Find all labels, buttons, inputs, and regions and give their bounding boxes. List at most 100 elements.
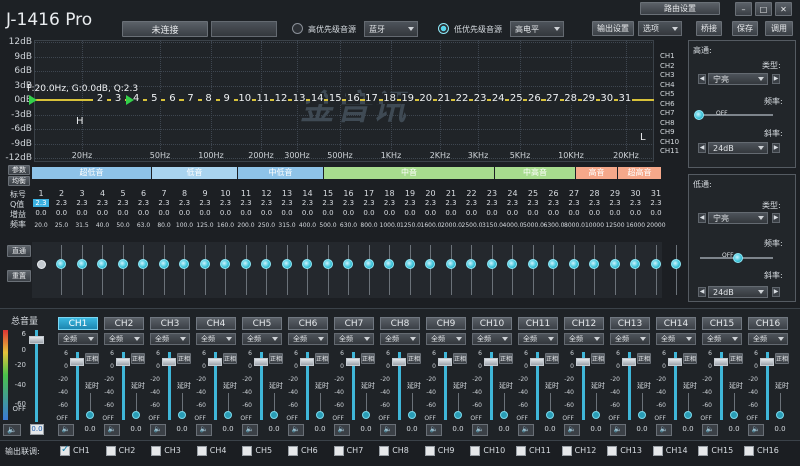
eq-slider-track[interactable]: [307, 245, 308, 295]
channel-tab[interactable]: CH10: [472, 317, 512, 330]
mute-button[interactable]: 🔈: [564, 424, 580, 436]
mute-button[interactable]: 🔈: [196, 424, 212, 436]
channel-value[interactable]: 0.0: [450, 425, 466, 435]
eq-q-value[interactable]: 2.3: [443, 199, 459, 207]
eq-slider-track[interactable]: [143, 245, 144, 295]
eq-slider-track[interactable]: [327, 245, 329, 295]
eq-point-label[interactable]: 12: [274, 93, 288, 104]
eq-slider-track[interactable]: [573, 245, 575, 295]
output-link-checkbox[interactable]: [105, 446, 116, 456]
channel-tab[interactable]: CH5: [242, 317, 282, 330]
eq-q-value[interactable]: 2.3: [505, 199, 521, 207]
eq-slider-track[interactable]: [368, 245, 370, 295]
eq-slider-knob[interactable]: [343, 259, 353, 269]
params-button[interactable]: 参数: [8, 165, 30, 175]
output-link-checkbox[interactable]: [288, 446, 298, 456]
eq-q-value[interactable]: 2.3: [648, 199, 664, 207]
eq-slider-knob[interactable]: [445, 259, 456, 269]
eq-slider-knob[interactable]: [322, 259, 333, 269]
eq-freq-value[interactable]: 16000: [626, 222, 646, 229]
eq-freq-value[interactable]: 40.0: [93, 222, 113, 229]
mute-button[interactable]: 🔈: [702, 424, 718, 436]
eq-point-label[interactable]: 19: [400, 93, 415, 104]
output-link-checkbox[interactable]: [561, 446, 572, 456]
channel-fader-handle[interactable]: [346, 358, 360, 366]
channel-tab[interactable]: CH16: [748, 317, 788, 330]
eq-freq-value[interactable]: 12500: [605, 222, 625, 229]
eq-slider-knob[interactable]: [404, 259, 415, 269]
phase-button[interactable]: 正相: [223, 353, 237, 364]
eq-q-value[interactable]: 2.3: [33, 199, 49, 207]
low-pass-slope-prev[interactable]: ◀: [698, 287, 706, 297]
delay-knob[interactable]: [776, 411, 784, 419]
eq-gain-value[interactable]: 0.0: [259, 209, 275, 217]
close-button[interactable]: ✕: [775, 2, 792, 16]
eq-slider-knob[interactable]: [671, 259, 681, 269]
eq-freq-value[interactable]: 160.0: [216, 222, 236, 229]
eq-freq-value[interactable]: 100.0: [175, 222, 195, 229]
high-pass-type-select[interactable]: 宁亮: [708, 73, 768, 85]
eq-point-label[interactable]: 14: [310, 93, 325, 104]
eq-freq-value[interactable]: 31.5: [72, 222, 92, 229]
eq-gain-value[interactable]: 0.0: [300, 209, 316, 217]
eq-q-value[interactable]: 2.3: [259, 199, 275, 207]
channel-mode-select[interactable]: 全频: [58, 333, 98, 345]
phase-button[interactable]: 正相: [269, 353, 283, 364]
output-link-checkbox[interactable]: [424, 446, 435, 456]
channel-tab[interactable]: CH3: [150, 317, 190, 330]
mute-button[interactable]: 🔈: [748, 424, 764, 436]
eq-gain-value[interactable]: 0.0: [443, 209, 459, 217]
channel-tab[interactable]: CH13: [610, 317, 650, 330]
high-pass-slope-prev[interactable]: ◀: [698, 143, 706, 153]
maximize-button[interactable]: □: [755, 2, 772, 16]
low-pass-type-next[interactable]: ▶: [772, 213, 780, 223]
eq-q-value[interactable]: 2.3: [218, 199, 234, 207]
channel-mode-select[interactable]: 全频: [472, 333, 512, 345]
output-settings-button[interactable]: 输出设置: [592, 21, 634, 36]
channel-value[interactable]: 0.0: [542, 425, 558, 435]
output-link-checkbox[interactable]: [151, 446, 162, 456]
eq-freq-value[interactable]: 20000: [646, 222, 666, 229]
channel-mode-select[interactable]: 全频: [702, 333, 742, 345]
eq-slider-track[interactable]: [471, 245, 472, 295]
eq-gain-value[interactable]: 0.0: [115, 209, 131, 217]
minimize-button[interactable]: –: [735, 2, 752, 16]
channel-tab[interactable]: CH4: [196, 317, 236, 330]
channel-value[interactable]: 0.0: [174, 425, 190, 435]
phase-button[interactable]: 正相: [361, 353, 375, 364]
eq-q-value[interactable]: 2.3: [320, 199, 336, 207]
connection-status-button[interactable]: 未连接: [122, 21, 208, 37]
eq-slider-track[interactable]: [430, 245, 431, 295]
device-select[interactable]: [211, 21, 277, 37]
eq-slider-track[interactable]: [266, 245, 267, 295]
channel-mode-select[interactable]: 全频: [242, 333, 282, 345]
delay-knob[interactable]: [500, 411, 508, 419]
high-pass-freq-knob[interactable]: [694, 110, 704, 120]
eq-slider-knob[interactable]: [97, 259, 107, 269]
eq-slider-track[interactable]: [389, 245, 390, 295]
phase-button[interactable]: 正相: [591, 353, 605, 364]
channel-fader-handle[interactable]: [438, 358, 452, 366]
low-pass-slope-select[interactable]: 24dB: [708, 286, 768, 298]
eq-gain-value[interactable]: 0.0: [423, 209, 439, 217]
channel-tab[interactable]: CH6: [288, 317, 328, 330]
output-link-checkbox[interactable]: [470, 446, 481, 456]
eq-gain-value[interactable]: 0.0: [177, 209, 193, 217]
channel-tab[interactable]: CH15: [702, 317, 742, 330]
eq-gain-value[interactable]: 0.0: [197, 209, 213, 217]
eq-q-value[interactable]: 2.3: [587, 199, 603, 207]
recall-button[interactable]: 调用: [765, 21, 793, 36]
output-link-checkbox[interactable]: [744, 446, 754, 456]
eq-slider-knob[interactable]: [179, 259, 189, 269]
eq-freq-value[interactable]: 4000.0: [503, 222, 524, 229]
save-button[interactable]: 保存: [732, 21, 758, 36]
channel-fader-handle[interactable]: [116, 358, 130, 366]
mute-button[interactable]: 🔈: [610, 424, 626, 436]
eq-freq-value[interactable]: 80.0: [154, 222, 174, 229]
delay-knob[interactable]: [454, 411, 462, 419]
eq-slider-track[interactable]: [122, 245, 124, 295]
channel-fader-handle[interactable]: [70, 358, 84, 366]
high-priority-select[interactable]: 蓝牙: [364, 21, 418, 37]
eq-q-value[interactable]: 2.3: [382, 199, 398, 207]
phase-button[interactable]: 正相: [775, 353, 789, 364]
